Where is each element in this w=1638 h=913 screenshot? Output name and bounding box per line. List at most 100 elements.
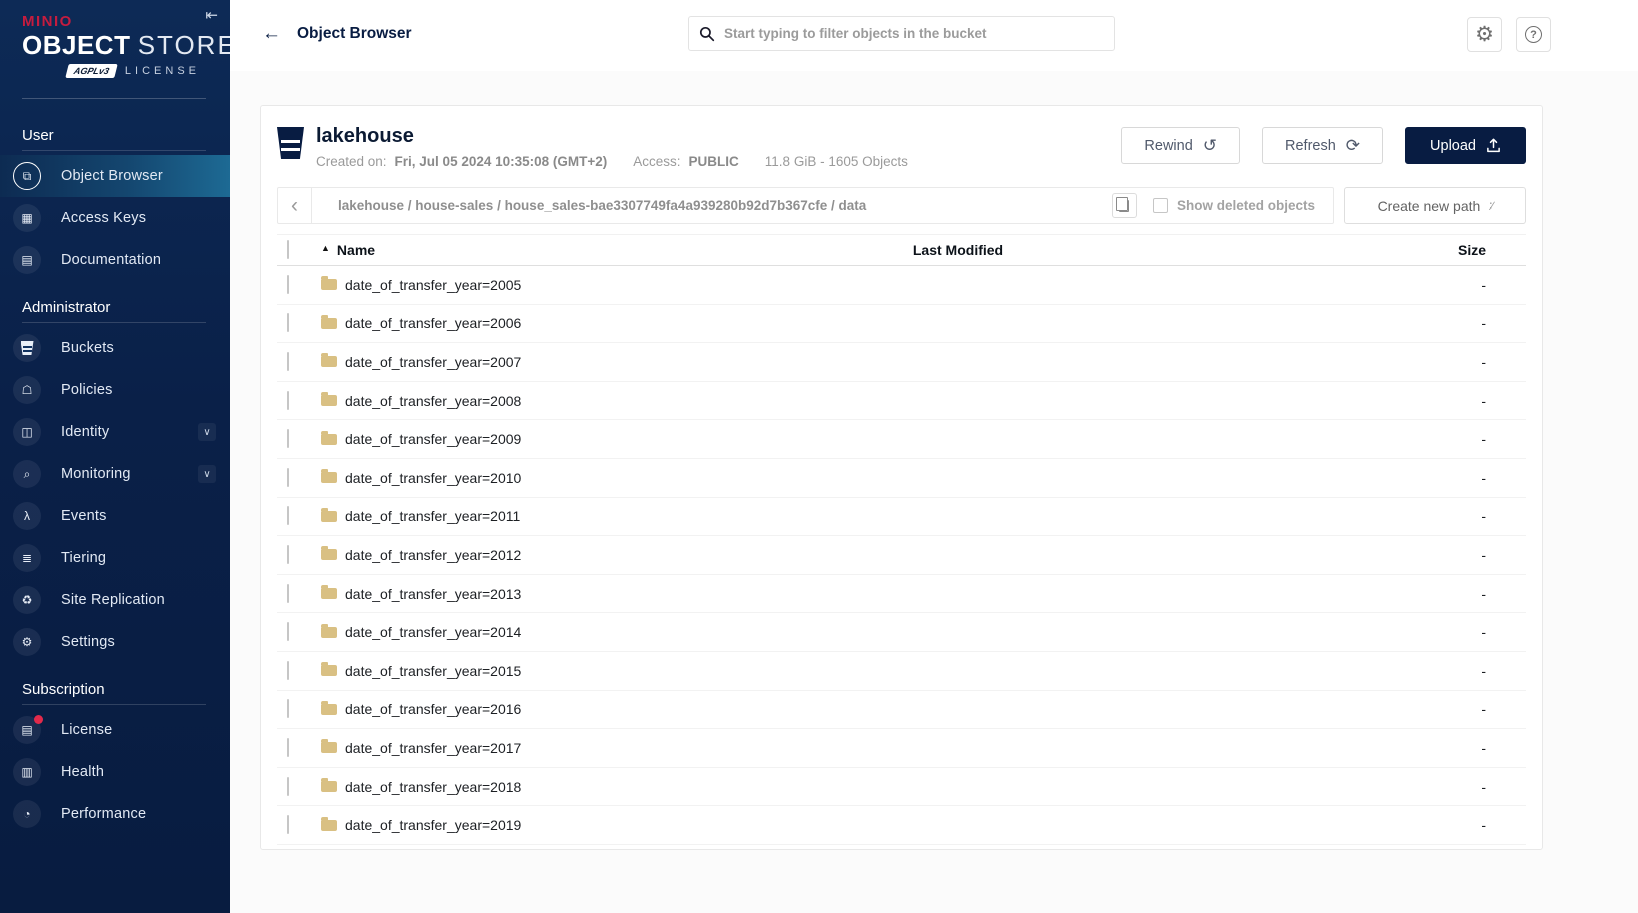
row-checkbox[interactable] (287, 738, 289, 757)
table-row[interactable]: date_of_transfer_year=2013- (277, 575, 1526, 614)
question-mark-icon: ? (1525, 26, 1542, 43)
upload-icon (1486, 138, 1501, 153)
row-checkbox[interactable] (287, 352, 289, 371)
table-row[interactable]: date_of_transfer_year=2005- (277, 266, 1526, 305)
sidebar-item-policies[interactable]: ☖Policies (0, 369, 230, 411)
table-row[interactable]: date_of_transfer_year=2009- (277, 420, 1526, 459)
table-row[interactable]: date_of_transfer_year=2010- (277, 459, 1526, 498)
chevron-down-icon[interactable]: ∨ (198, 423, 216, 441)
row-name-cell: date_of_transfer_year=2019 (321, 817, 778, 833)
select-all-checkbox[interactable] (287, 240, 289, 259)
sidebar-item-object-browser[interactable]: ⧉Object Browser (0, 155, 230, 197)
upload-button[interactable]: Upload (1405, 127, 1526, 164)
breadcrumb[interactable]: lakehouse / house-sales / house_sales-ba… (312, 198, 1112, 213)
table-row[interactable]: date_of_transfer_year=2015- (277, 652, 1526, 691)
sidebar-item-events[interactable]: λEvents (0, 495, 230, 537)
table-row[interactable]: date_of_transfer_year=2012- (277, 536, 1526, 575)
sidebar-item-identity[interactable]: ◫Identity∨ (0, 411, 230, 453)
bucket-name: lakehouse (316, 125, 1121, 148)
sidebar-item-site-replication[interactable]: ♻Site Replication (0, 579, 230, 621)
row-checkbox-cell (277, 276, 321, 294)
sidebar: ⇤ MINIO OBJECT STORE AGPLv3 LICENSE User… (0, 0, 230, 913)
row-checkbox[interactable] (287, 429, 289, 448)
column-header-last-modified[interactable]: Last Modified (778, 242, 1138, 258)
row-name-cell: date_of_transfer_year=2016 (321, 701, 778, 717)
bucket-browser-card: lakehouse Created on: Fri, Jul 05 2024 1… (260, 105, 1543, 850)
row-checkbox[interactable] (287, 391, 289, 410)
sidebar-item-health[interactable]: ▥Health (0, 751, 230, 793)
row-size-cell: - (1138, 740, 1526, 756)
sidebar-item-tiering[interactable]: ≣Tiering (0, 537, 230, 579)
sidebar-item-performance[interactable]: ◔Performance (0, 793, 230, 835)
copy-path-button[interactable] (1112, 193, 1137, 218)
row-size-cell: - (1138, 779, 1526, 795)
object-name: date_of_transfer_year=2016 (345, 701, 521, 717)
row-name-cell: date_of_transfer_year=2011 (321, 508, 778, 524)
documentation-icon: ▤ (13, 246, 41, 274)
topbar: ← Object Browser ⚙ ? (230, 0, 1638, 71)
settings-button[interactable]: ⚙ (1467, 17, 1502, 52)
row-checkbox[interactable] (287, 506, 289, 525)
table-row[interactable]: date_of_transfer_year=2006- (277, 305, 1526, 344)
row-checkbox[interactable] (287, 699, 289, 718)
row-size-cell: - (1138, 470, 1526, 486)
row-size-cell: - (1138, 547, 1526, 563)
table-row[interactable]: date_of_transfer_year=2018- (277, 768, 1526, 807)
table-row[interactable]: date_of_transfer_year=2011- (277, 498, 1526, 537)
row-checkbox[interactable] (287, 622, 289, 641)
column-header-size[interactable]: Size (1138, 242, 1526, 258)
row-checkbox[interactable] (287, 815, 289, 834)
path-back-chevron[interactable]: ‹ (278, 188, 312, 223)
filter-objects-searchbox[interactable] (688, 16, 1115, 51)
created-on-label: Created on: (316, 154, 387, 169)
search-input[interactable] (724, 26, 1104, 41)
show-deleted-checkbox[interactable] (1153, 198, 1168, 213)
row-checkbox[interactable] (287, 313, 289, 332)
row-checkbox-cell (277, 700, 321, 718)
row-checkbox-cell (277, 662, 321, 680)
site-replication-icon: ♻ (13, 586, 41, 614)
folder-icon (321, 627, 337, 638)
table-row[interactable]: date_of_transfer_year=2019- (277, 806, 1526, 845)
sidebar-collapse-icon[interactable]: ⇤ (205, 6, 218, 24)
license-icon: ▤ (13, 716, 41, 744)
sidebar-item-documentation[interactable]: ▤Documentation (0, 239, 230, 281)
chevron-down-icon[interactable]: ∨ (198, 465, 216, 483)
object-name: date_of_transfer_year=2009 (345, 431, 521, 447)
help-button[interactable]: ? (1516, 17, 1551, 52)
table-row[interactable]: date_of_transfer_year=2014- (277, 613, 1526, 652)
column-header-name[interactable]: ▲ Name (321, 242, 778, 258)
create-new-path-button[interactable]: Create new path ∶∕ (1344, 187, 1526, 224)
row-checkbox-cell (277, 507, 321, 525)
sidebar-item-monitoring[interactable]: ⌕Monitoring∨ (0, 453, 230, 495)
row-checkbox-cell (277, 353, 321, 371)
table-row[interactable]: date_of_transfer_year=2007- (277, 343, 1526, 382)
row-checkbox[interactable] (287, 661, 289, 680)
rewind-button[interactable]: Rewind ↺ (1121, 127, 1240, 164)
sidebar-item-buckets[interactable]: Buckets (0, 327, 230, 369)
monitoring-search-icon: ⌕ (13, 460, 41, 488)
back-arrow-icon[interactable]: ← (262, 24, 281, 43)
row-checkbox[interactable] (287, 545, 289, 564)
sidebar-item-access-keys[interactable]: ▦Access Keys (0, 197, 230, 239)
row-checkbox[interactable] (287, 584, 289, 603)
folder-icon (321, 742, 337, 753)
row-name-cell: date_of_transfer_year=2006 (321, 315, 778, 331)
sidebar-section-user: User (0, 109, 230, 150)
table-row[interactable]: date_of_transfer_year=2016- (277, 691, 1526, 730)
sidebar-item-settings[interactable]: ⚙Settings (0, 621, 230, 663)
refresh-button[interactable]: Refresh ⟳ (1262, 127, 1383, 164)
row-checkbox[interactable] (287, 777, 289, 796)
table-row[interactable]: date_of_transfer_year=2017- (277, 729, 1526, 768)
bucket-icon (13, 334, 41, 362)
folder-icon (321, 318, 337, 329)
main-area: ← Object Browser ⚙ ? lakehouse C (230, 0, 1638, 913)
show-deleted-toggle[interactable]: Show deleted objects (1153, 198, 1315, 213)
folder-icon (321, 356, 337, 367)
row-checkbox[interactable] (287, 275, 289, 294)
table-row[interactable]: date_of_transfer_year=2008- (277, 382, 1526, 421)
row-name-cell: date_of_transfer_year=2014 (321, 624, 778, 640)
sidebar-item-license[interactable]: ▤License (0, 709, 230, 751)
row-checkbox[interactable] (287, 468, 289, 487)
folder-icon (321, 511, 337, 522)
